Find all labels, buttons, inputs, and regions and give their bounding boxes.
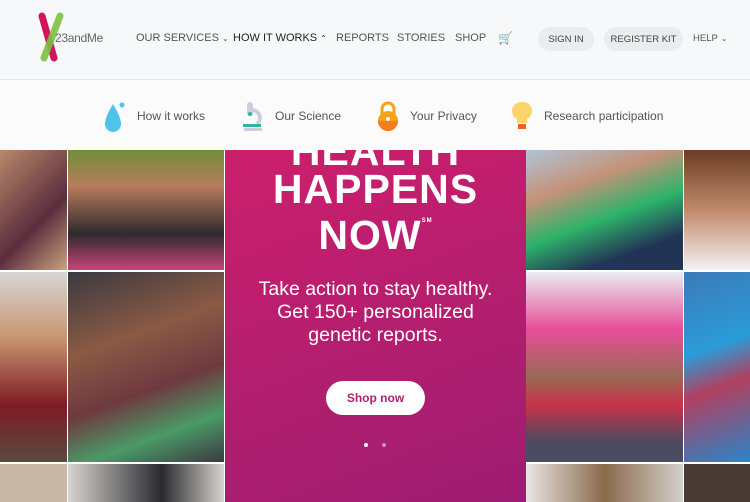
subnav-label: Research participation [544,109,664,123]
photo-tile [68,464,224,502]
lock-icon [378,101,398,131]
photo-tile [68,272,224,462]
nav-reports[interactable]: REPORTS [336,32,389,44]
photo-tile [526,272,683,462]
subnav-label: How it works [137,109,206,123]
water-drop-icon [105,102,125,132]
microscope-icon [243,102,262,131]
nav-label: HOW IT WORKS [233,32,318,44]
nav-our-services[interactable]: OUR SERVICES ⌄ [136,32,229,44]
top-header: 23andMe OUR SERVICES ⌄ HOW IT WORKS ⌃ REPO… [0,0,750,80]
subnav-your-privacy[interactable]: Your Privacy [376,100,477,132]
hero-headline-line3: NOWSM [225,212,526,259]
chevron-down-icon: ⌄ [720,34,728,43]
photo-tile [68,150,224,270]
tagline-line: genetic reports. [308,324,443,346]
register-kit-button[interactable]: REGISTER KIT [604,27,683,51]
photo-tile [684,272,750,462]
subnav-label: Our Science [275,109,342,123]
photo-tile [0,272,67,462]
photo-tile [0,464,67,502]
service-mark: SM [421,218,433,224]
subnav-how-it-works[interactable]: How it works [103,100,205,132]
hero-banner: HEALTH HAPPENS NOWSM Take action to stay… [225,150,526,502]
chevron-down-icon: ⌄ [221,34,229,43]
photo-tile [0,150,67,270]
hero-headline-line2: HAPPENS [272,166,479,212]
sign-in-button[interactable]: SIGN IN [538,27,594,51]
nav-shop[interactable]: SHOP [455,32,486,44]
nav-how-it-works[interactable]: HOW IT WORKS ⌃ [233,32,327,44]
nav-stories[interactable]: STORIES [397,32,445,44]
help-label: HELP [693,33,718,44]
chevron-up-icon: ⌃ [320,34,327,43]
logo-text: 23andMe [55,31,103,45]
shop-now-button[interactable]: Shop now [326,381,425,415]
hero-now: NOW [318,212,422,258]
photo-tile [526,464,683,502]
hero-tagline: Take action to stay healthy. Get 150+ pe… [225,278,526,347]
subnav-label: Your Privacy [410,109,477,123]
photo-tile [684,464,750,502]
carousel-dot-active[interactable] [364,443,368,447]
tagline-line: Get 150+ personalized [277,301,474,323]
carousel-dot[interactable] [382,443,386,447]
photo-tile [526,150,683,270]
cart-icon[interactable]: 🛒 [498,31,513,45]
help-menu[interactable]: HELP ⌄ [693,33,728,44]
subnav-research-participation[interactable]: Research participation [510,100,663,132]
photo-tile [684,150,750,270]
subnav-our-science[interactable]: Our Science [241,100,341,132]
lightbulb-icon [512,101,532,129]
tagline-line: Take action to stay healthy. [258,278,493,300]
nav-label: OUR SERVICES [136,32,219,44]
